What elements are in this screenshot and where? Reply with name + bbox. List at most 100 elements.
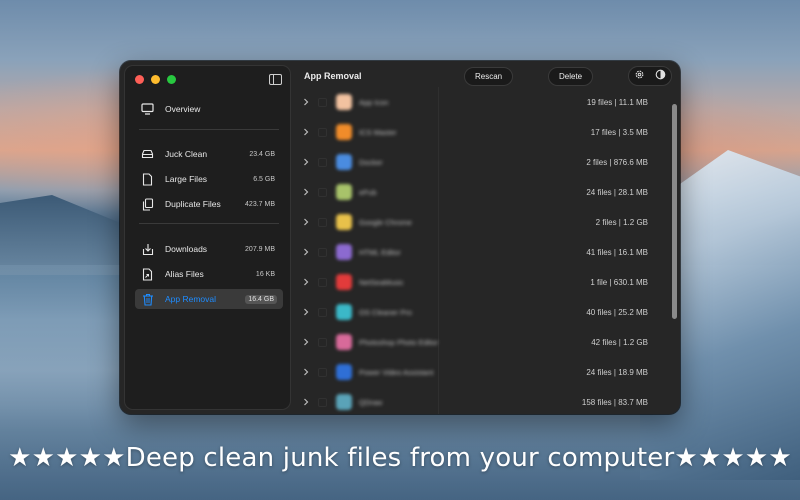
contrast-icon[interactable]: [655, 67, 666, 85]
sidebar-item-label: Large Files: [165, 174, 208, 184]
row-checkbox[interactable]: [318, 247, 327, 257]
sidebar-item-size: 23.4 GB: [249, 150, 275, 158]
sidebar-item-juck-clean[interactable]: Juck Clean 23.4 GB: [135, 144, 283, 164]
table-row[interactable]: App Icon 19 files | 11.1 MB: [292, 87, 672, 117]
chevron-right-icon[interactable]: [296, 98, 316, 106]
app-icon: [336, 184, 352, 200]
sidebar-item-size: 16 KB: [255, 270, 275, 278]
app-icon: [336, 214, 352, 230]
drive-icon: [141, 148, 154, 161]
app-files-info: 158 files | 83.7 MB: [581, 397, 648, 407]
row-checkbox[interactable]: [318, 217, 327, 227]
toolbar-icons: [628, 66, 672, 86]
row-checkbox[interactable]: [318, 337, 327, 347]
monitor-icon: [141, 103, 154, 116]
app-icon: [336, 334, 352, 350]
gear-icon[interactable]: [634, 67, 645, 85]
table-row[interactable]: ICS Master 17 files | 3.5 MB: [292, 117, 672, 147]
chevron-right-icon[interactable]: [296, 158, 316, 166]
chevron-right-icon[interactable]: [296, 128, 316, 136]
app-files-info: 17 files | 3.5 MB: [590, 127, 648, 137]
app-files-info: 24 files | 18.9 MB: [586, 367, 648, 377]
table-row[interactable]: NetSeaMusic 1 file | 630.1 MB: [292, 267, 672, 297]
app-files-info: 41 files | 16.1 MB: [586, 247, 648, 257]
app-icon: [336, 124, 352, 140]
sidebar-item-large-files[interactable]: Large Files 6.5 GB: [135, 169, 283, 189]
delete-button[interactable]: Delete: [548, 67, 594, 86]
app-icon: [336, 244, 352, 260]
sidebar-item-label: Downloads: [165, 244, 208, 254]
table-row[interactable]: QDraw 158 files | 83.7 MB: [292, 387, 672, 414]
chevron-right-icon[interactable]: [296, 308, 316, 316]
rescan-button[interactable]: Rescan: [464, 67, 514, 86]
app-name: Google Chrome: [359, 217, 412, 227]
chevron-right-icon[interactable]: [296, 368, 316, 376]
table-row[interactable]: Power Video Assistant 24 files | 18.9 MB: [292, 357, 672, 387]
sidebar-item-label: App Removal: [165, 294, 217, 304]
row-checkbox[interactable]: [318, 157, 327, 167]
app-name: ICS Master: [359, 127, 397, 137]
chevron-right-icon[interactable]: [296, 398, 316, 406]
sidebar-divider: [139, 129, 279, 130]
row-checkbox[interactable]: [318, 307, 327, 317]
document-icon: [141, 172, 154, 186]
sidebar-item-overview[interactable]: Overview: [135, 99, 283, 119]
app-icon: [336, 94, 352, 110]
main-panel: App Removal Rescan Delete App Icon 19 fil…: [292, 61, 680, 414]
close-button[interactable]: [135, 75, 144, 84]
traffic-lights: [135, 75, 176, 84]
row-checkbox[interactable]: [318, 367, 327, 377]
app-files-info: 19 files | 11.1 MB: [586, 97, 648, 107]
table-row[interactable]: Google Chrome 2 files | 1.2 GB: [292, 207, 672, 237]
maximize-button[interactable]: [167, 75, 176, 84]
sidebar-item-app-removal[interactable]: App Removal 16.4 GB: [135, 289, 283, 309]
row-checkbox[interactable]: [318, 187, 327, 197]
sidebar-item-duplicate-files[interactable]: Duplicate Files 423.7 MB: [135, 194, 283, 214]
app-files-info: 40 files | 25.2 MB: [586, 307, 648, 317]
chevron-right-icon[interactable]: [296, 278, 316, 286]
row-checkbox[interactable]: [318, 397, 327, 407]
app-icon: [336, 304, 352, 320]
app-name: Docker: [359, 157, 383, 167]
table-row[interactable]: ePub 24 files | 28.1 MB: [292, 177, 672, 207]
app-name: Power Video Assistant: [359, 367, 434, 377]
background-mountain-left: [0, 195, 130, 275]
table-row[interactable]: OS Cleaner Pro 40 files | 25.2 MB: [292, 297, 672, 327]
app-name: QDraw: [359, 397, 383, 407]
app-name: OS Cleaner Pro: [359, 307, 412, 317]
app-name: NetSeaMusic: [359, 277, 404, 287]
app-icon: [336, 274, 352, 290]
app-name: ePub: [359, 187, 377, 197]
app-files-info: 42 files | 1.2 GB: [591, 337, 648, 347]
chevron-right-icon[interactable]: [296, 338, 316, 346]
minimize-button[interactable]: [151, 75, 160, 84]
row-checkbox[interactable]: [318, 97, 327, 107]
app-list: App Icon 19 files | 11.1 MB ICS Master 17 f…: [292, 87, 672, 414]
app-files-info: 24 files | 28.1 MB: [586, 187, 648, 197]
promo-caption: ★★★★★Deep clean junk files from your com…: [8, 443, 792, 473]
app-name: HTML Editor: [359, 247, 401, 257]
table-row[interactable]: Docker 2 files | 876.6 MB: [292, 147, 672, 177]
app-window: Overview Juck Clean 23.4 GB Large Files …: [120, 61, 680, 414]
row-checkbox[interactable]: [318, 127, 327, 137]
sidebar-item-size: 207.9 MB: [245, 245, 275, 253]
table-row[interactable]: HTML Editor 41 files | 16.1 MB: [292, 237, 672, 267]
sidebar-toggle-icon[interactable]: [269, 74, 282, 85]
chevron-right-icon[interactable]: [296, 218, 316, 226]
sidebar-item-label: Alias Files: [165, 269, 204, 279]
sidebar-item-alias-files[interactable]: Alias Files 16 KB: [135, 264, 283, 284]
scrollbar[interactable]: [672, 104, 677, 319]
app-name: Photoshop Photo Editor: [359, 337, 439, 347]
sidebar-item-size: 423.7 MB: [245, 200, 275, 208]
sidebar-item-size: 6.5 GB: [253, 175, 275, 183]
table-row[interactable]: Photoshop Photo Editor 42 files | 1.2 GB: [292, 327, 672, 357]
sidebar-item-label: Duplicate Files: [165, 199, 221, 209]
chevron-right-icon[interactable]: [296, 188, 316, 196]
row-checkbox[interactable]: [318, 277, 327, 287]
sidebar-item-downloads[interactable]: Downloads 207.9 MB: [135, 239, 283, 259]
app-icon: [336, 154, 352, 170]
chevron-right-icon[interactable]: [296, 248, 316, 256]
app-name: App Icon: [359, 97, 389, 107]
app-files-info: 1 file | 630.1 MB: [590, 277, 648, 287]
download-icon: [141, 243, 154, 256]
